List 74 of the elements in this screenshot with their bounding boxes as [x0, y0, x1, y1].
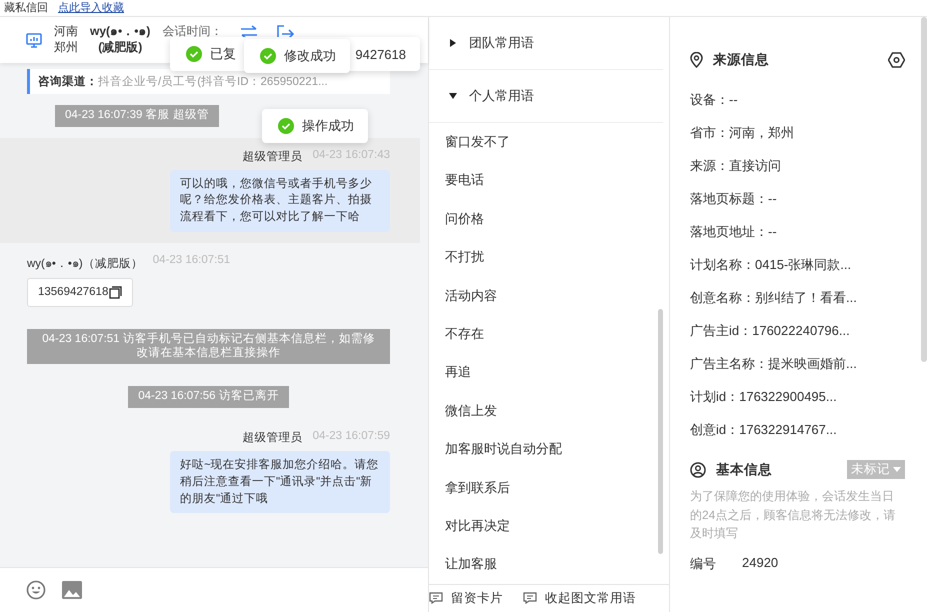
- import-link[interactable]: 点此导入收藏: [58, 2, 124, 14]
- phrase-item[interactable]: 加客服时说自动分配: [429, 430, 669, 469]
- footer-button[interactable]: 收起图文常用语: [523, 590, 636, 607]
- info-field: 广告主名称：提米映画婚前...: [690, 347, 905, 380]
- scrollbar[interactable]: [658, 309, 663, 554]
- field-value: 24920: [742, 554, 778, 572]
- toast-text: 已复: [210, 45, 236, 63]
- session-time-label: 会话时间：: [162, 23, 222, 40]
- phrase-item[interactable]: 不存在: [429, 314, 669, 354]
- emoji-icon[interactable]: [26, 580, 46, 600]
- phrase-group-header[interactable]: 团队常用语: [429, 17, 663, 70]
- copy-icon[interactable]: [109, 286, 122, 299]
- phrase-group-header[interactable]: 个人常用语: [429, 70, 663, 123]
- phrase-item[interactable]: 要电话: [429, 161, 669, 200]
- monitor-icon: [26, 32, 42, 48]
- image-icon[interactable]: [62, 581, 82, 599]
- channel-value: 抖音企业号/员工号(抖音号ID：265950221...: [98, 76, 328, 88]
- info-field: 设备：--: [690, 83, 905, 116]
- phrase-item[interactable]: 再追: [429, 353, 669, 392]
- sender-name: 超级管理员: [242, 150, 303, 164]
- sender-name: wy(๑•．•๑)（减肥版）: [27, 256, 143, 272]
- toast-text: 操作成功: [302, 117, 354, 135]
- info-field: 省市：河南，郑州: [690, 116, 905, 149]
- phone-number: 13569427618: [38, 286, 108, 298]
- phrase-item[interactable]: 让加客服: [429, 545, 669, 584]
- province-text: 河南: [54, 24, 78, 40]
- section-title: 基本信息: [716, 460, 772, 478]
- phrase-item[interactable]: 不打扰: [429, 238, 669, 277]
- swap-icon[interactable]: [240, 25, 258, 39]
- phrase-item[interactable]: 对比再决定: [429, 506, 669, 546]
- check-circle-icon: [186, 46, 202, 62]
- info-field: 落地页标题：--: [690, 182, 905, 215]
- message-icon: [523, 592, 537, 604]
- visitor-tag: (减肥版): [98, 40, 142, 56]
- notice-text: 为了保障您的使用体验，会话发生当日的24点之后，顾客信息将无法修改，请及时填写: [690, 488, 896, 542]
- info-field: 来源：直接访问: [690, 149, 905, 182]
- message-bubble: 可以的哦，您微信号或者手机号多少呢？给您发价格表、主题客片、拍摄流程看下，您可以对比了解一下哈: [170, 170, 390, 232]
- info-field: 落地页地址：--: [690, 215, 905, 248]
- toast-text: 9427618: [355, 46, 406, 62]
- city-text: 郑州: [54, 40, 78, 56]
- info-field: 广告主id：176022240796...: [690, 314, 905, 347]
- field-label: 编号: [690, 554, 716, 573]
- footer-button[interactable]: 留资卡片: [429, 590, 503, 607]
- message-time: 04-23 16:07:59: [312, 430, 390, 444]
- message-time: 04-23 16:07:51: [152, 254, 230, 268]
- visitor-name: wy(๑•．•๑): [90, 24, 150, 40]
- user-icon: [690, 462, 706, 478]
- section-title: 来源信息: [713, 51, 769, 69]
- phrase-item[interactable]: 微信上发: [429, 392, 669, 430]
- system-notice: 04-23 16:07:51 访客手机号已自动标记右侧基本信息栏，如需修改请在基本信息栏直接操作: [27, 328, 390, 364]
- toast-text: 修改成功: [284, 47, 336, 65]
- scrollbar[interactable]: [921, 17, 927, 362]
- caret-icon: [893, 467, 901, 472]
- sender-name: 超级管理员: [242, 430, 303, 446]
- phrase-item[interactable]: 拿到联系后: [429, 468, 669, 507]
- message-bubble: 好哒~现在安排客服加您介绍哈。请您稍后注意查看一下"通讯录"并点击"新的朋友"通过下哦: [170, 451, 390, 514]
- system-notice: 04-23 16:07:56 访客已离开: [128, 386, 289, 408]
- message-icon: [429, 592, 443, 604]
- info-field: 计划名称：0415-张琳同款...: [690, 248, 905, 281]
- caret-icon: [449, 39, 457, 47]
- phrase-item[interactable]: 窗口发不了: [429, 123, 669, 162]
- channel-label: 咨询渠道：: [38, 76, 98, 88]
- location-pin-icon: [690, 52, 703, 68]
- notice-text: 藏私信回: [4, 2, 48, 14]
- phrase-item[interactable]: 问价格: [429, 200, 669, 238]
- settings-icon[interactable]: [888, 52, 905, 68]
- phrase-item[interactable]: 活动内容: [429, 276, 669, 315]
- system-notice: 04-23 16:07:39 客服 超级管: [55, 105, 219, 127]
- check-circle-icon: [278, 118, 294, 134]
- info-field: 创意id：176322914767...: [690, 413, 905, 446]
- info-field: 计划id：176322900495...: [690, 380, 905, 413]
- check-circle-icon: [260, 48, 276, 64]
- info-field: 创意名称：别纠结了！看看...: [690, 281, 905, 314]
- caret-icon: [449, 92, 457, 100]
